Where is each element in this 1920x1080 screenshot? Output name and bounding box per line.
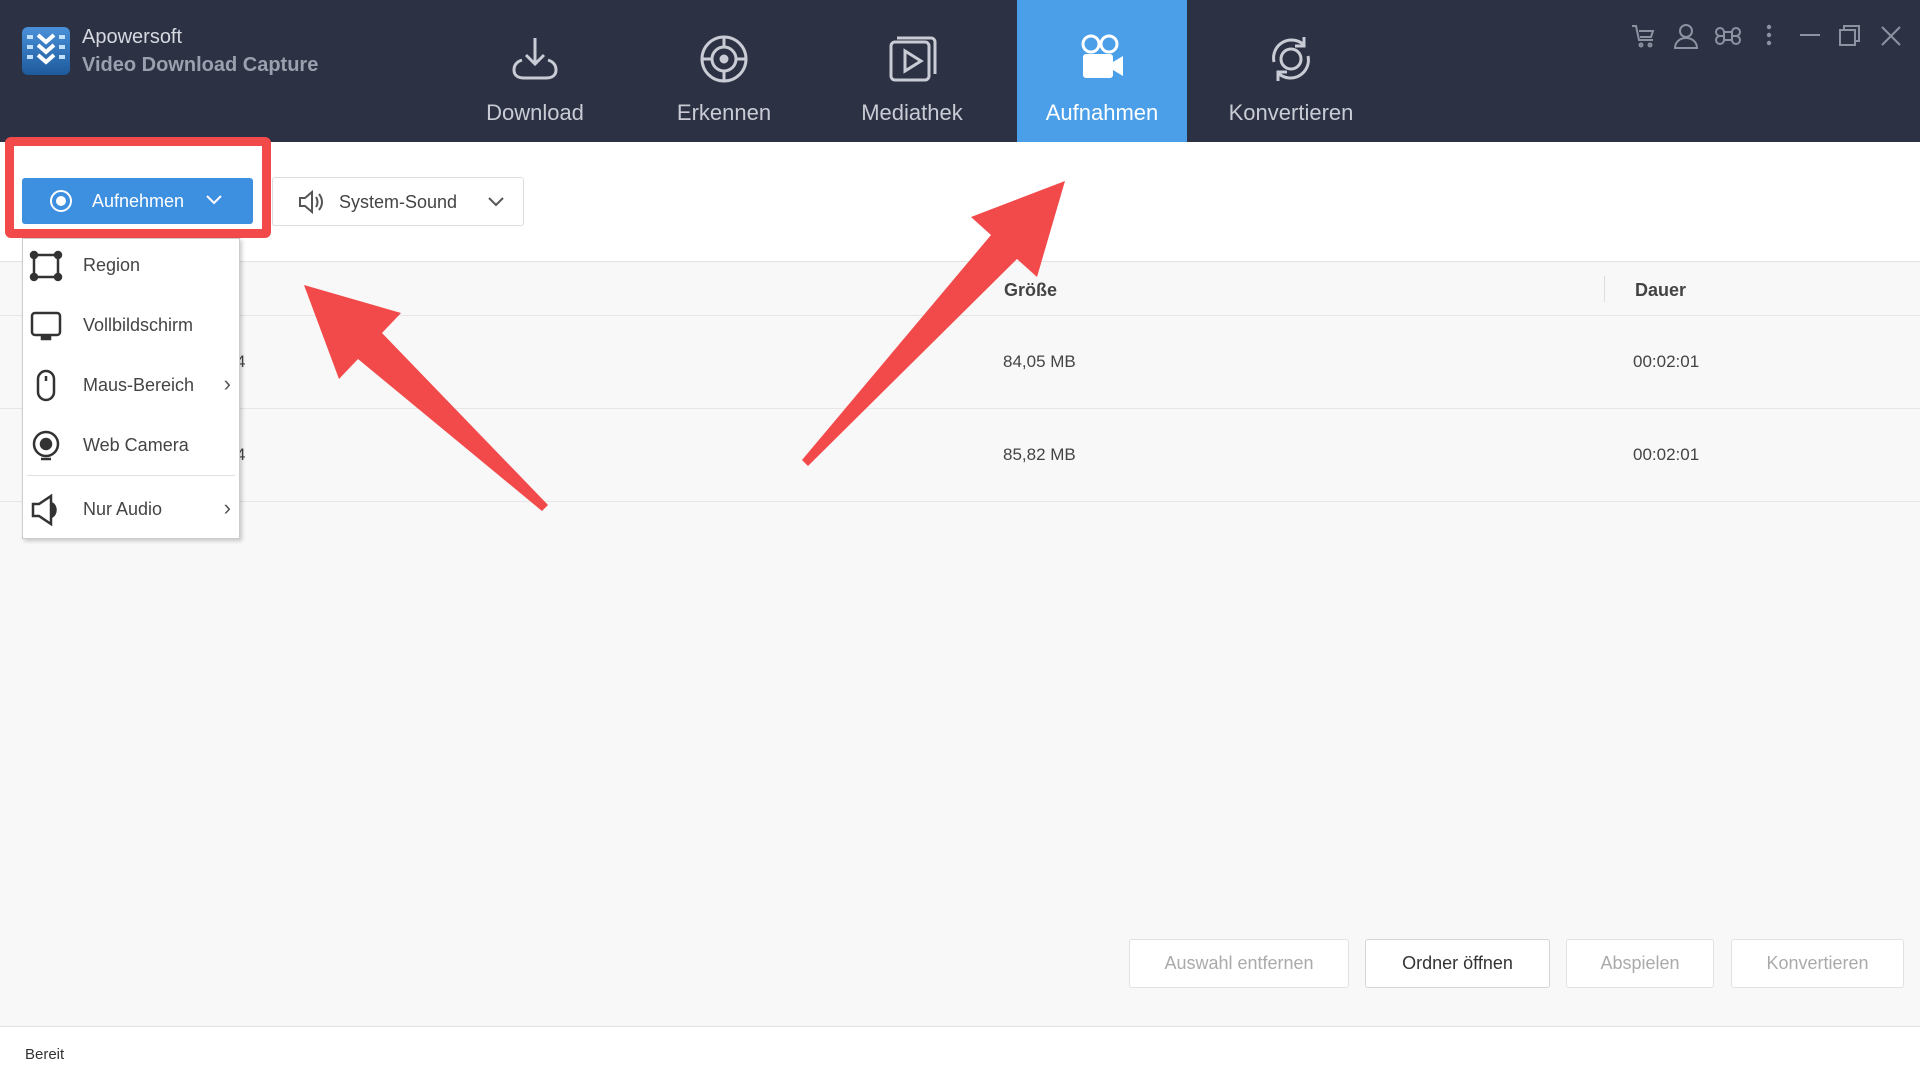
remove-selection-button[interactable]: Auswahl entfernen xyxy=(1129,939,1349,988)
status-text: Bereit xyxy=(25,1046,65,1063)
open-folder-button[interactable]: Ordner öffnen xyxy=(1365,939,1550,988)
menu-item-label: Maus-Bereich xyxy=(83,375,195,395)
column-duration[interactable]: Dauer xyxy=(1635,280,1686,301)
more-icon[interactable] xyxy=(1755,22,1783,50)
command-icon[interactable] xyxy=(1714,22,1742,50)
chevron-right-icon: › xyxy=(223,371,231,396)
speaker-icon xyxy=(31,493,57,527)
column-divider xyxy=(1604,276,1605,302)
user-icon[interactable] xyxy=(1672,22,1700,50)
file-duration: 00:02:01 xyxy=(1633,352,1700,371)
monitor-icon xyxy=(30,311,62,341)
annotation-highlight-box xyxy=(5,137,271,238)
tab-label: Mediathek xyxy=(861,100,963,125)
webcam-icon xyxy=(32,430,60,461)
tab-mediathek[interactable]: Mediathek xyxy=(832,0,992,142)
tab-konvertieren[interactable]: Konvertieren xyxy=(1211,0,1371,142)
menu-item-web-camera[interactable]: Web Camera xyxy=(23,419,239,473)
menu-item-fullscreen[interactable]: Vollbildschirm xyxy=(23,299,239,353)
speaker-icon xyxy=(299,190,323,214)
title-bar: Apowersoft Video Download Capture Downlo… xyxy=(0,0,1920,142)
menu-item-region[interactable]: Region xyxy=(23,239,239,293)
tab-label: Download xyxy=(486,100,584,125)
cart-icon[interactable] xyxy=(1630,22,1658,50)
column-size[interactable]: Größe xyxy=(1004,280,1057,301)
tab-label: Konvertieren xyxy=(1228,100,1354,125)
table-header: Größe Dauer xyxy=(0,262,1920,316)
video-camera-icon xyxy=(1081,34,1123,78)
menu-separator xyxy=(27,475,235,476)
tab-label: Aufnahmen xyxy=(1045,100,1159,125)
download-icon xyxy=(512,38,558,80)
table-row[interactable]: 4 84,05 MB 00:02:01 xyxy=(0,316,1920,409)
menu-item-mouse-area[interactable]: Maus-Bereich › xyxy=(23,359,239,413)
tab-download[interactable]: Download xyxy=(455,0,615,142)
menu-item-label: Nur Audio xyxy=(83,499,163,519)
convert-button[interactable]: Konvertieren xyxy=(1731,939,1904,988)
menu-item-label: Web Camera xyxy=(83,435,189,455)
tab-aufnahmen[interactable]: Aufnahmen xyxy=(1017,0,1187,142)
minimize-icon[interactable] xyxy=(1796,22,1824,50)
close-icon[interactable] xyxy=(1877,22,1905,50)
sound-label: System-Sound xyxy=(339,192,458,212)
menu-item-label: Region xyxy=(83,255,141,275)
chevron-right-icon: › xyxy=(223,495,231,520)
file-size: 84,05 MB xyxy=(1003,352,1076,371)
maximize-icon[interactable] xyxy=(1836,22,1864,50)
file-duration: 00:02:01 xyxy=(1633,445,1700,464)
region-icon xyxy=(29,250,63,282)
chevron-down-icon xyxy=(488,197,504,207)
app-name: Apowersoft xyxy=(82,26,183,48)
table-row[interactable]: 4 85,82 MB 00:02:01 xyxy=(0,409,1920,502)
play-button[interactable]: Abspielen xyxy=(1566,939,1714,988)
system-sound-dropdown[interactable]: System-Sound xyxy=(272,177,524,226)
app-subtitle: Video Download Capture xyxy=(82,54,319,76)
media-library-icon xyxy=(889,36,937,82)
convert-icon xyxy=(1272,37,1310,81)
record-mode-menu: Region Vollbildschirm Maus-Bereich › Web… xyxy=(22,238,240,539)
app-logo xyxy=(22,27,70,75)
menu-item-audio-only[interactable]: Nur Audio › xyxy=(23,483,239,537)
status-bar: Bereit xyxy=(0,1026,1920,1080)
mouse-icon xyxy=(36,369,56,402)
detect-target-icon xyxy=(700,35,748,83)
tab-label: Erkennen xyxy=(676,100,772,125)
tab-erkennen[interactable]: Erkennen xyxy=(644,0,804,142)
menu-item-label: Vollbildschirm xyxy=(83,315,194,335)
file-size: 85,82 MB xyxy=(1003,445,1076,464)
